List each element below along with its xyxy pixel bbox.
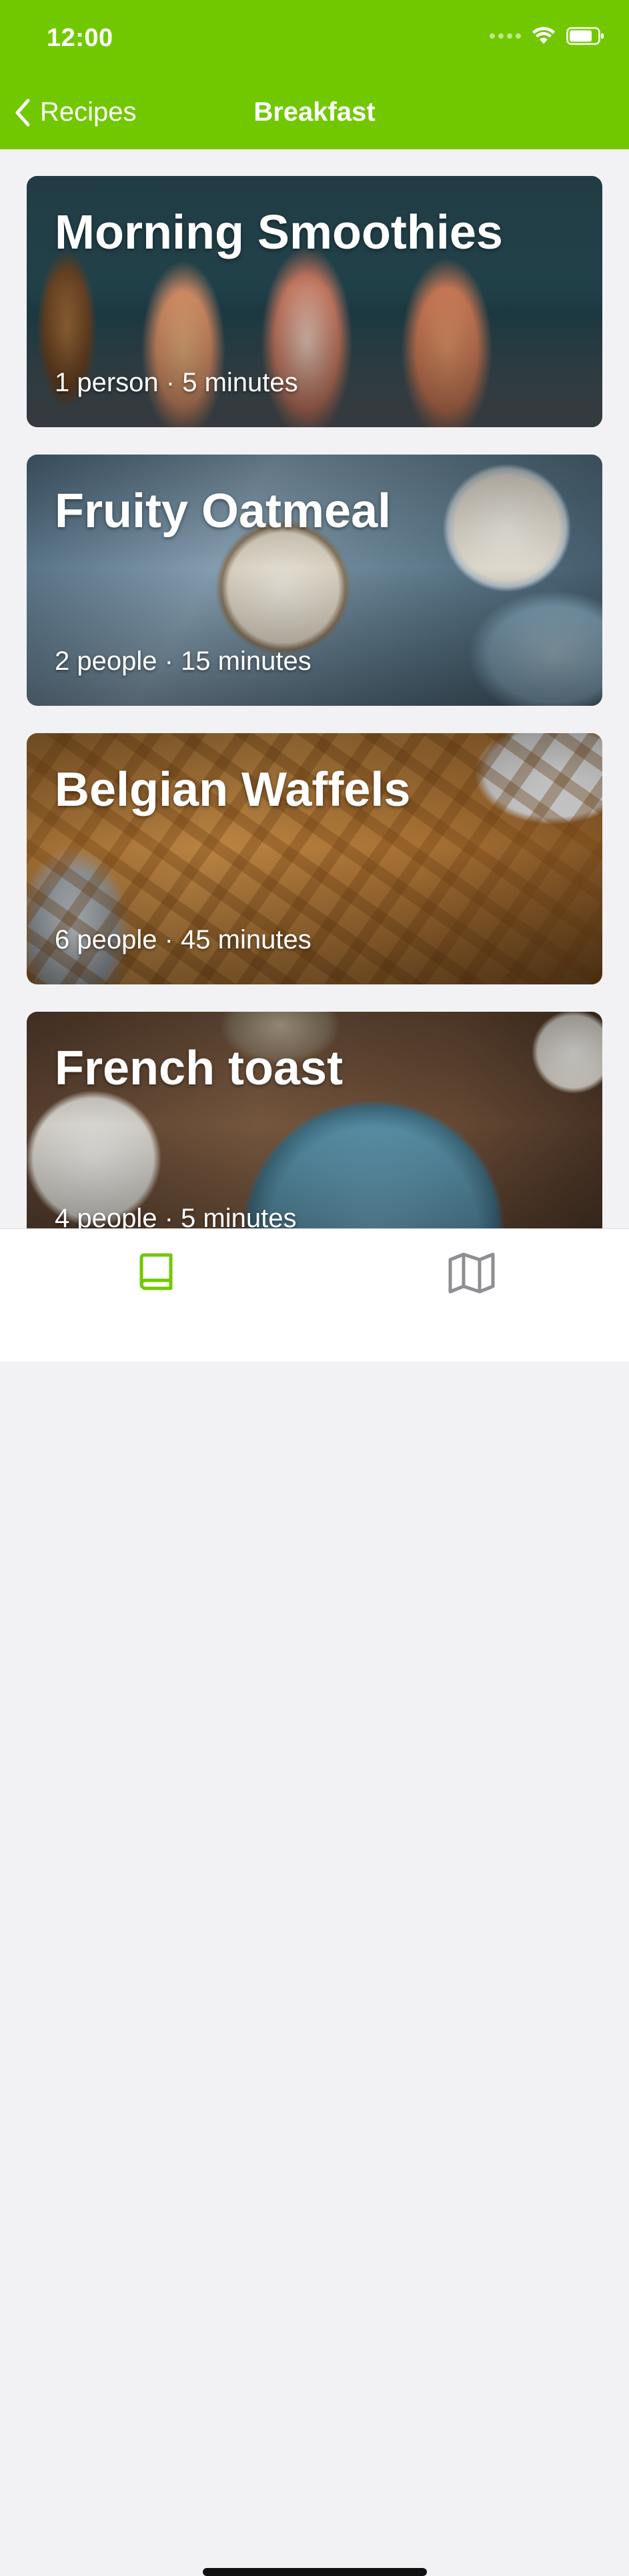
recipe-meta: 2 people · 15 minutes — [55, 646, 311, 676]
recipe-list: Morning Smoothies 1 person · 5 minutes F… — [27, 176, 602, 1290]
top-bar: 12:00 Recipes Breakfast — [0, 0, 629, 149]
wifi-icon — [532, 27, 555, 44]
recipe-meta: 1 person · 5 minutes — [55, 368, 298, 397]
chevron-left-icon — [15, 99, 30, 126]
tab-bar — [0, 1228, 629, 2576]
recipe-title: Morning Smoothies — [55, 206, 503, 259]
recipe-card-belgian-waffels[interactable]: Belgian Waffels 6 people · 45 minutes — [27, 733, 602, 984]
map-icon — [448, 1252, 495, 1294]
tab-recipes[interactable] — [130, 1246, 183, 1300]
recipe-card-fruity-oatmeal[interactable]: Fruity Oatmeal 2 people · 15 minutes — [27, 455, 602, 706]
recipe-meta: 6 people · 45 minutes — [55, 925, 311, 954]
page-title: Breakfast — [253, 97, 376, 127]
recipe-card-morning-smoothies[interactable]: Morning Smoothies 1 person · 5 minutes — [27, 176, 602, 427]
battery-icon — [566, 27, 604, 45]
recipe-title: Belgian Waffels — [55, 763, 411, 816]
back-button[interactable]: Recipes — [13, 97, 137, 127]
signal-icon — [490, 33, 521, 39]
recipe-title: French toast — [55, 1042, 344, 1095]
status-time: 12:00 — [47, 24, 113, 52]
status-icons — [490, 27, 605, 45]
book-icon — [139, 1253, 173, 1290]
back-label: Recipes — [40, 97, 137, 127]
home-indicator — [203, 2568, 427, 2576]
recipe-card-french-toast[interactable]: French toast 4 people · 5 minutes — [27, 1012, 602, 1263]
recipe-title: Fruity Oatmeal — [55, 485, 392, 538]
tab-map[interactable] — [445, 1246, 498, 1300]
